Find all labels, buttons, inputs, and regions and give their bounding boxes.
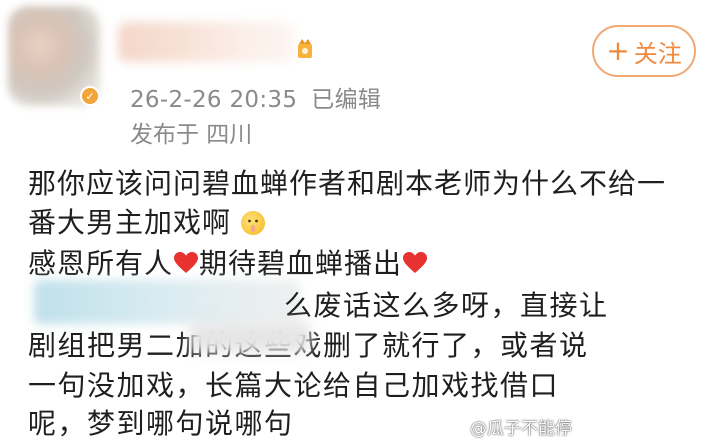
follow-label: 关注 [633, 39, 682, 68]
follow-button[interactable]: + 关注 [592, 25, 696, 77]
edited-label[interactable]: 已编辑 [311, 87, 381, 113]
post-text-segment: 感恩所有人 [28, 247, 174, 280]
post-text-line: 感恩所有人 期待碧血蝉播出 [28, 242, 428, 282]
username[interactable] [118, 22, 294, 62]
post-location: 发布于 四川 [130, 122, 253, 148]
reply-redaction [190, 322, 310, 352]
shush-face-icon [240, 211, 265, 235]
post-text-line: 番大男主加戏啊 [28, 201, 265, 241]
reply-text-line: 呢，梦到哪句说哪句 [28, 407, 294, 440]
post-text-segment: 番大男主加戏啊 [28, 206, 232, 239]
plus-icon: + [606, 34, 630, 67]
post-meta: 26-2-26 20:35 已编辑 [130, 80, 381, 114]
heart-icon [174, 252, 199, 273]
verified-badge-icon: ✓ [80, 86, 100, 106]
post-timestamp: 26-2-26 20:35 [130, 87, 298, 113]
heart-icon [403, 252, 428, 273]
watermark: @瓜子不能停 [470, 419, 572, 439]
vip-crown-icon [298, 39, 312, 58]
reply-text-line: 一句没加戏，长篇大论给自己加戏找借口 [28, 369, 560, 402]
post-text-segment: 期待碧血蝉播出 [199, 247, 403, 280]
reply-text-line: 么废话这么多呀，直接让 [284, 289, 609, 322]
post-text-line: 那你应该问问碧血蝉作者和剧本老师为什么不给一 [28, 167, 667, 200]
weibo-post-screenshot: ✓ 26-2-26 20:35 已编辑 发布于 四川 + 关注 那你应该问问碧血蝉… [0, 0, 716, 444]
reply-username[interactable] [34, 280, 300, 324]
